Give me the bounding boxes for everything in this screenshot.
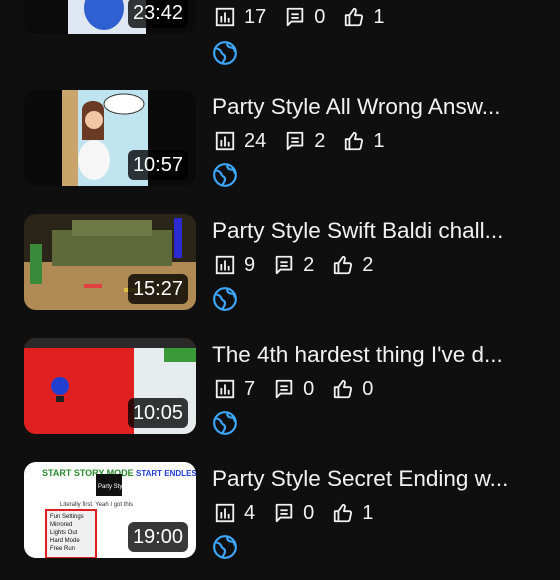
likes-stat: 0	[332, 378, 373, 401]
comment-icon	[287, 131, 304, 151]
comment-icon	[275, 379, 293, 399]
analytics-icon	[215, 379, 235, 399]
public-globe-icon	[213, 411, 237, 435]
thumb-text-party: Party Style	[98, 484, 128, 490]
likes-stat: 1	[343, 129, 385, 153]
video-thumbnail[interactable]: 10:57	[24, 90, 196, 186]
views-stat: 7	[214, 378, 255, 401]
video-stats: 7 0 0	[214, 376, 391, 402]
video-title[interactable]: Party Style Secret Ending w...	[212, 466, 548, 492]
video-stats: 17 0 1	[214, 4, 403, 30]
comments-stat: 0	[273, 502, 314, 525]
thumb-up-icon	[345, 7, 364, 27]
comments-stat: 2	[273, 254, 314, 277]
thumb-text-endless: START ENDLESS MODE	[136, 469, 196, 478]
view-count: 17	[244, 5, 267, 28]
comment-icon	[287, 7, 304, 27]
thumb-text-first: Literally first. Yeah I got this	[60, 502, 133, 508]
likes-stat: 2	[332, 254, 373, 277]
video-duration: 23:42	[127, 0, 188, 28]
video-stats: 24 2 1	[214, 128, 403, 154]
comments-stat: 0	[284, 6, 325, 29]
comment-count: 0	[314, 5, 326, 28]
video-title[interactable]: The 4th hardest thing I've d...	[212, 342, 548, 368]
comment-icon	[275, 503, 293, 523]
comment-count: 0	[303, 501, 315, 524]
video-stats: 9 2 2	[214, 252, 391, 278]
like-count: 1	[373, 129, 385, 152]
thumb-menu-0: Fun Settings	[50, 514, 84, 520]
video-duration: 10:57	[127, 150, 188, 180]
video-thumbnail[interactable]: 10:05	[24, 338, 196, 434]
video-title[interactable]: Party Style All Wrong Answ...	[212, 94, 548, 120]
video-stats: 4 0 1	[214, 500, 391, 526]
video-title[interactable]: Party Style Swift Baldi chall...	[212, 218, 548, 244]
comments-stat: 2	[284, 130, 325, 153]
like-count: 2	[362, 253, 374, 276]
comment-count: 0	[303, 377, 315, 400]
thumb-menu-4: Free Run	[50, 546, 75, 552]
like-count: 1	[373, 5, 385, 28]
public-globe-icon	[213, 287, 237, 311]
thumb-menu-2: Lights Out	[50, 530, 78, 536]
video-thumbnail[interactable]: START STORY MODE Party Style START ENDLE…	[24, 462, 196, 558]
views-stat: 24	[214, 130, 266, 153]
comment-count: 2	[303, 253, 315, 276]
analytics-icon	[215, 7, 235, 27]
views-stat: 17	[214, 6, 266, 29]
video-thumbnail[interactable]: 23:42	[24, 0, 196, 34]
public-globe-icon	[213, 41, 237, 65]
view-count: 9	[244, 253, 256, 276]
thumb-menu-3: Hard Mode	[50, 538, 80, 544]
video-duration: 10:05	[127, 398, 188, 428]
like-count: 1	[362, 501, 374, 524]
video-row[interactable]: 23:42 17 0 1	[0, 0, 560, 65]
thumb-up-icon	[334, 379, 353, 399]
like-count: 0	[362, 377, 374, 400]
video-duration: 15:27	[127, 274, 188, 304]
video-row[interactable]: 10:05 The 4th hardest thing I've d... 7 …	[0, 338, 560, 456]
analytics-icon	[215, 131, 235, 151]
views-stat: 9	[214, 254, 255, 277]
video-thumbnail[interactable]: 15:27	[24, 214, 196, 310]
comment-count: 2	[314, 129, 326, 152]
public-globe-icon	[213, 163, 237, 187]
views-stat: 4	[214, 502, 255, 525]
video-duration: 19:00	[127, 522, 188, 552]
comments-stat: 0	[273, 378, 314, 401]
likes-stat: 1	[343, 5, 385, 29]
video-row[interactable]: START STORY MODE Party Style START ENDLE…	[0, 462, 560, 580]
thumb-menu-1: Mirrored	[50, 522, 72, 528]
likes-stat: 1	[332, 502, 373, 525]
video-row[interactable]: 10:57 Party Style All Wrong Answ... 24 2…	[0, 90, 560, 208]
view-count: 24	[244, 129, 267, 152]
view-count: 7	[244, 377, 256, 400]
thumb-up-icon	[334, 255, 353, 275]
thumb-up-icon	[345, 131, 364, 151]
thumb-up-icon	[334, 503, 353, 523]
analytics-icon	[215, 255, 235, 275]
comment-icon	[275, 255, 293, 275]
analytics-icon	[215, 503, 235, 523]
video-row[interactable]: 15:27 Party Style Swift Baldi chall... 9…	[0, 214, 560, 332]
public-globe-icon	[213, 535, 237, 559]
view-count: 4	[244, 501, 256, 524]
